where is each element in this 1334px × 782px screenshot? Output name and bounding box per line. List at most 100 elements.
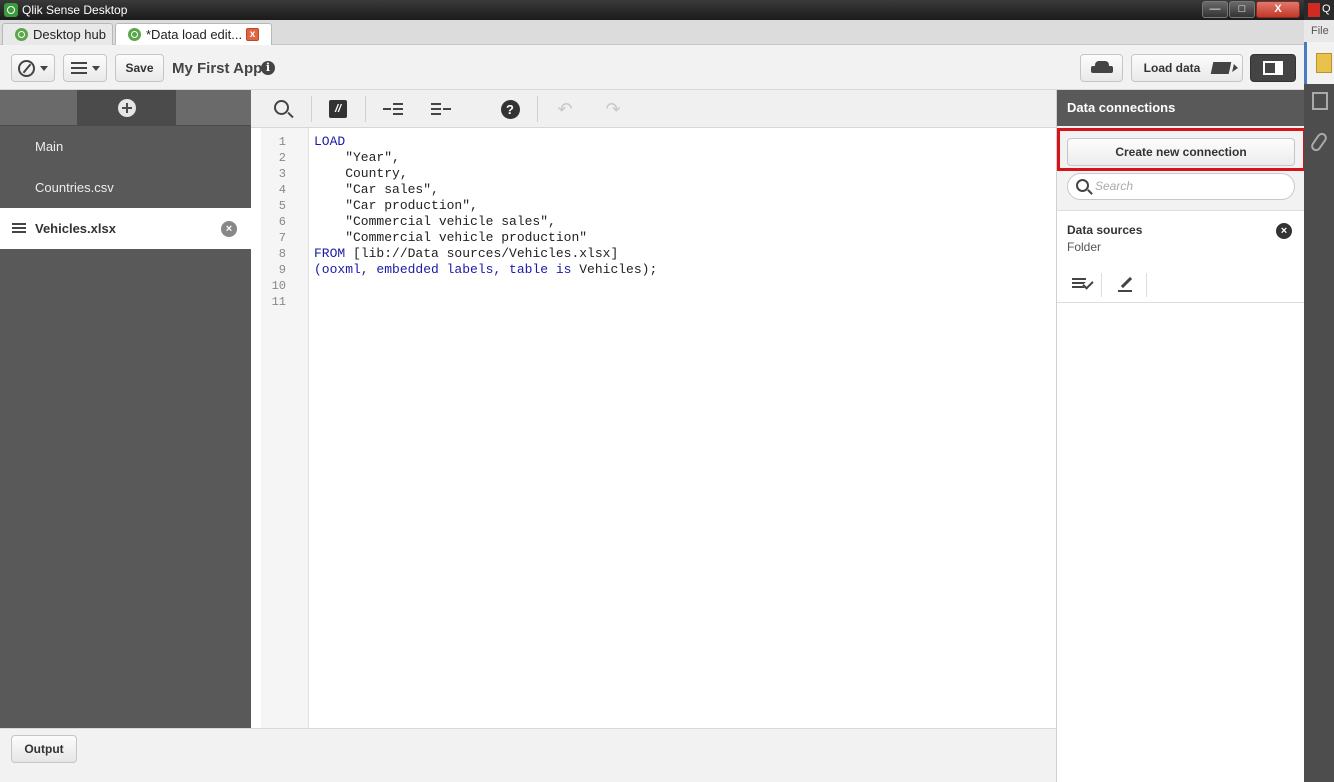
search-button[interactable] (268, 95, 298, 123)
list-icon (70, 61, 87, 75)
section-add-bar (0, 90, 251, 126)
section-item-countries[interactable]: Countries.csv (0, 167, 251, 208)
indent-icon (383, 103, 403, 115)
info-icon[interactable]: i (261, 61, 275, 75)
maximize-button[interactable]: □ (1229, 1, 1255, 18)
qlik-tab-icon (15, 28, 28, 41)
signature-icon (1316, 53, 1332, 73)
code-line: LOAD (314, 134, 345, 149)
connection-item-data-sources[interactable]: Data sources Folder × (1057, 211, 1305, 303)
app-title: My First App (172, 60, 263, 77)
chevron-down-icon (91, 65, 100, 71)
tool-divider (1146, 273, 1147, 297)
code-text: [lib://Data sources/Vehicles.xlsx] (345, 246, 619, 261)
code-text: Vehicles); (571, 262, 658, 277)
tab-bar: Desktop hub *Data load edit... x (0, 20, 1304, 45)
gutter-margin (251, 128, 261, 728)
comment-icon: // (329, 100, 347, 118)
window-title-bar: Qlik Sense Desktop — □ X (0, 0, 1304, 20)
line-number: 5 (278, 199, 286, 213)
code-keyword: is (548, 262, 572, 277)
connection-type: Folder (1067, 240, 1102, 254)
tab-label: *Data load edit... (146, 27, 243, 42)
load-data-button[interactable]: Load data (1131, 54, 1243, 82)
connection-search-input[interactable]: Search (1067, 173, 1295, 200)
edit-connection-icon[interactable] (1118, 276, 1134, 292)
section-label: Vehicles.xlsx (35, 221, 116, 236)
toolbar-divider (311, 96, 312, 122)
file-menu[interactable]: File (1304, 20, 1334, 42)
toolbar-divider (365, 96, 366, 122)
code-keyword: (ooxml, embedded labels, table (314, 262, 549, 277)
delete-connection-icon[interactable]: × (1276, 223, 1292, 239)
window-title: Qlik Sense Desktop (22, 3, 128, 17)
background-window-strip: Q File (1304, 0, 1334, 782)
output-button[interactable]: Output (11, 735, 77, 763)
signature-tool-button[interactable] (1304, 42, 1334, 84)
background-window-title-text: Q (1322, 3, 1331, 15)
line-number: 7 (278, 231, 286, 245)
code-line: "Car production", (314, 198, 478, 213)
help-button[interactable]: ? (495, 95, 525, 123)
code-line: "Year", (314, 150, 400, 165)
tab-data-load-editor[interactable]: *Data load edit... x (115, 23, 272, 45)
outdent-button[interactable] (426, 95, 456, 123)
app-toolbar: Save My First App i Load data (0, 45, 1304, 90)
code-line: FROM [lib://Data sources/Vehicles.xlsx] (314, 246, 618, 261)
delete-section-icon[interactable]: × (221, 221, 237, 237)
toolbar-divider (537, 96, 538, 122)
search-icon (1076, 179, 1089, 192)
window-controls: — □ X (1202, 1, 1300, 18)
line-number: 10 (271, 279, 286, 293)
line-number: 8 (278, 247, 286, 261)
code-line: (ooxml, embedded labels, table is Vehicl… (314, 262, 657, 277)
search-icon (274, 100, 289, 115)
close-tab-icon[interactable]: x (246, 28, 259, 41)
redo-icon: ↷ (605, 98, 621, 119)
line-number: 11 (271, 295, 286, 309)
script-sections-panel: Main Countries.csv Vehicles.xlsx × (0, 90, 251, 728)
code-keyword: FROM (314, 246, 346, 261)
help-icon: ? (500, 99, 520, 119)
attachment-icon[interactable] (1309, 130, 1329, 154)
data-connections-header: Data connections (1057, 90, 1305, 126)
line-number: 3 (278, 167, 286, 181)
load-data-label: Load data (1143, 61, 1201, 75)
undo-icon: ↶ (557, 98, 573, 119)
outdent-icon (431, 103, 451, 115)
section-item-main[interactable]: Main (0, 126, 251, 167)
undo-button[interactable]: ↶ (550, 95, 580, 123)
close-window-button[interactable]: X (1256, 1, 1300, 18)
select-data-icon[interactable] (1072, 278, 1086, 290)
plus-circle-icon (118, 99, 136, 117)
code-line: Country, (314, 166, 408, 181)
line-number: 9 (278, 263, 286, 277)
highlight-box (1057, 128, 1306, 171)
compass-icon (18, 59, 35, 77)
redo-button[interactable]: ↷ (598, 95, 628, 123)
minimize-button[interactable]: — (1202, 1, 1228, 18)
global-menu-button[interactable] (63, 54, 107, 82)
pages-icon[interactable] (1312, 92, 1328, 110)
code-line: "Commercial vehicle production" (314, 230, 588, 245)
navigation-menu-button[interactable] (11, 54, 55, 82)
line-number: 4 (278, 183, 286, 197)
tool-divider (1101, 273, 1102, 297)
indent-button[interactable] (378, 95, 408, 123)
comment-button[interactable]: // (323, 95, 353, 123)
search-placeholder: Search (1095, 179, 1134, 193)
line-number: 2 (278, 151, 286, 165)
add-section-button[interactable] (77, 90, 176, 126)
debug-button[interactable] (1080, 54, 1123, 82)
toggle-panel-button[interactable] (1250, 54, 1296, 82)
line-number: 1 (278, 135, 286, 149)
bottom-bar: Output (0, 728, 1056, 782)
line-number: 6 (278, 215, 286, 229)
section-item-vehicles[interactable]: Vehicles.xlsx × (0, 208, 251, 249)
drag-handle-icon[interactable] (12, 223, 26, 234)
save-button[interactable]: Save (115, 54, 164, 82)
data-connections-panel: Data connections Create new connection S… (1056, 90, 1305, 782)
connection-tools (1057, 271, 1305, 299)
chevron-down-icon (40, 65, 48, 71)
tab-desktop-hub[interactable]: Desktop hub (2, 23, 113, 45)
